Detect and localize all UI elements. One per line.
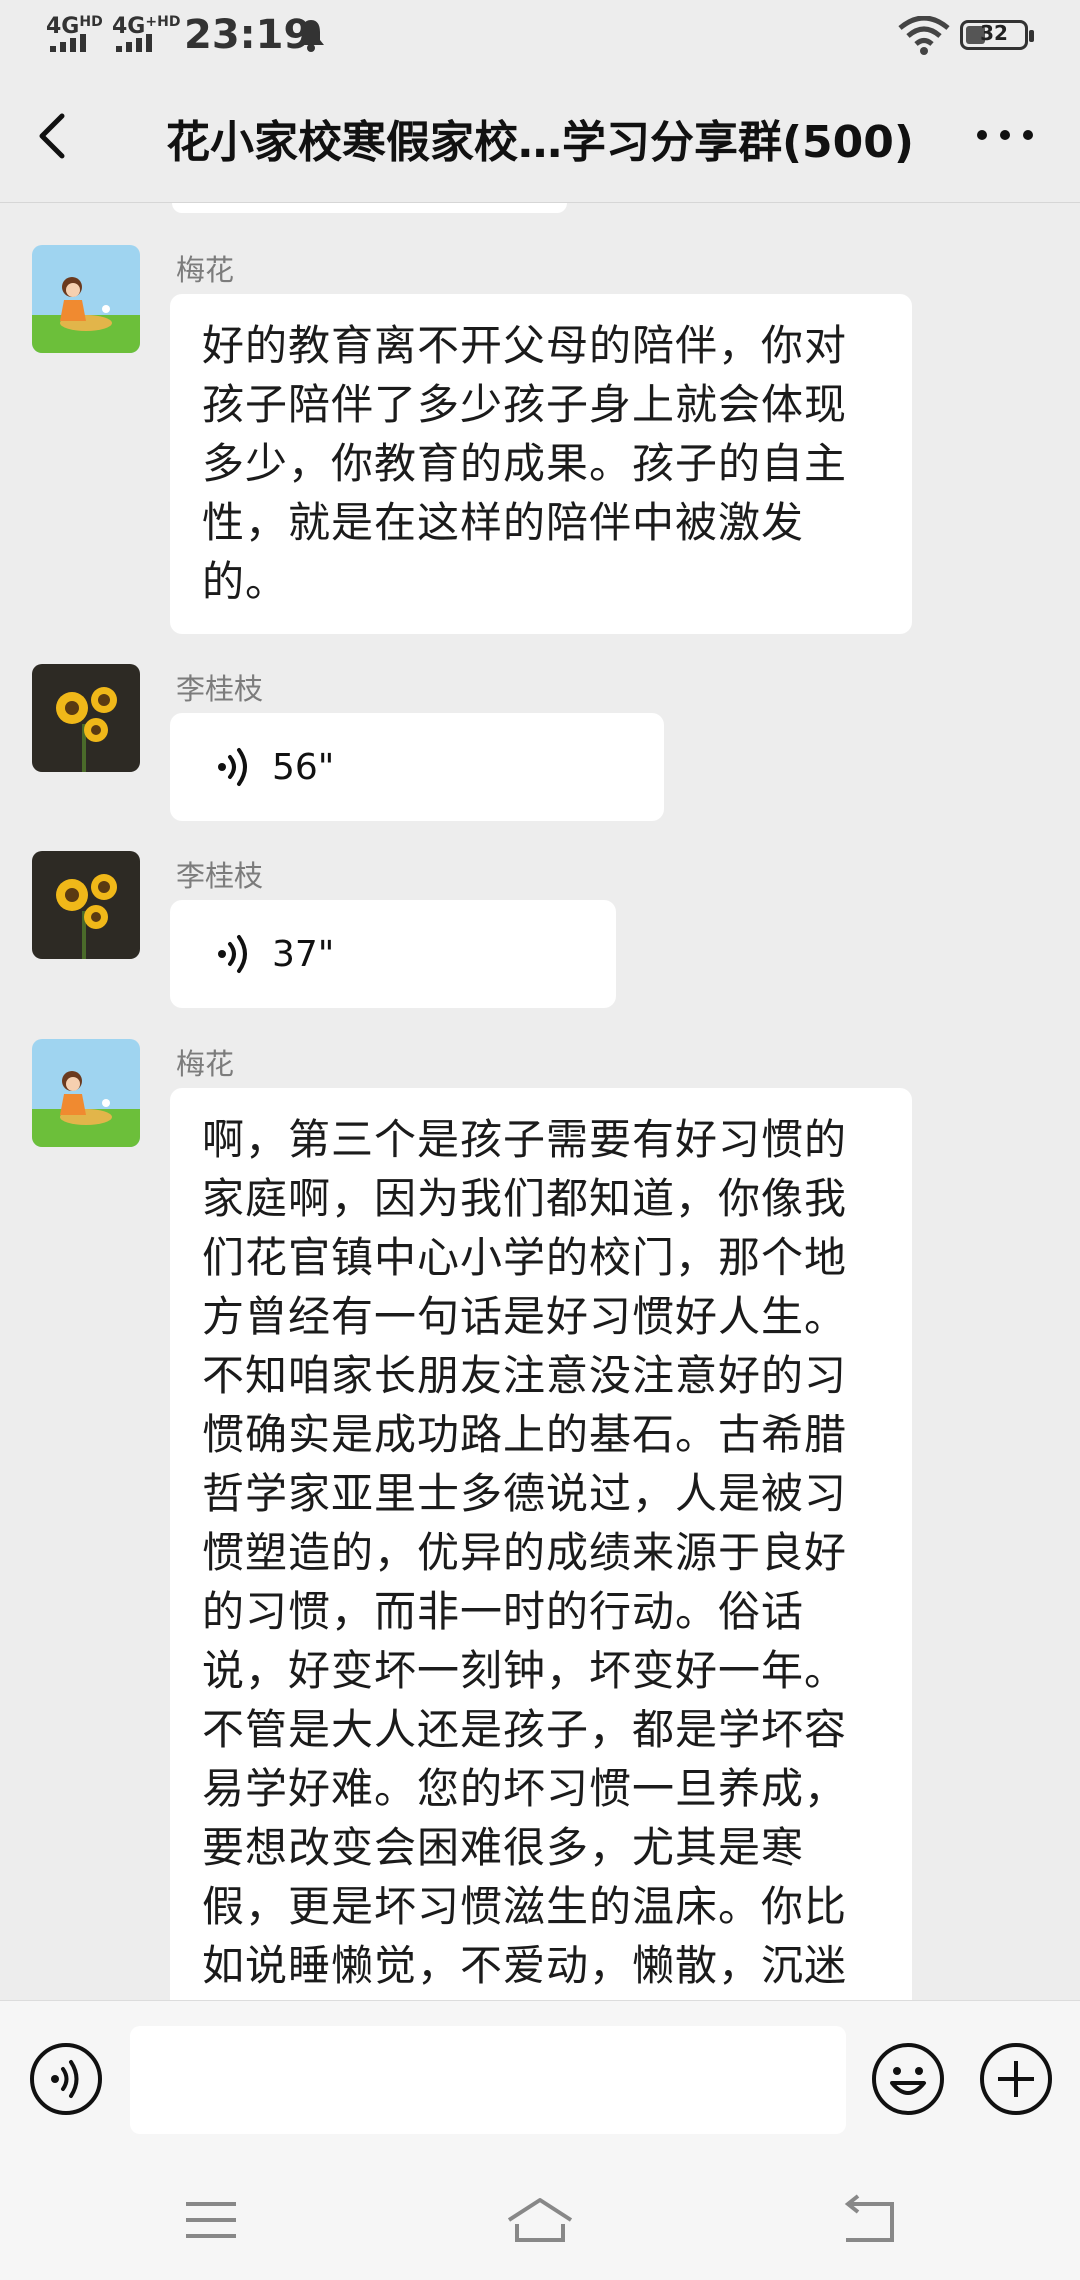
signal-icon-2 (116, 34, 152, 52)
avatar-girl-image (32, 245, 140, 353)
network-2-sup: +HD (145, 14, 181, 30)
avatar-sunflower-image (32, 851, 140, 959)
avatar[interactable] (32, 664, 140, 772)
avatar[interactable] (32, 1039, 140, 1147)
status-time: 23:19 (184, 12, 312, 58)
chat-title: 花小家校寒假家校…学习分享群(500) (165, 117, 915, 168)
emoji-icon[interactable] (870, 2041, 946, 2117)
avatar[interactable] (32, 851, 140, 959)
message-input[interactable] (130, 2026, 846, 2134)
voice-toggle-icon[interactable] (28, 2041, 104, 2117)
avatar-girl-image (32, 1039, 140, 1147)
avatar[interactable] (32, 245, 140, 353)
network-1-sup: HD (79, 14, 103, 30)
chat-messages[interactable]: 梅花 好的教育离不开父母的陪伴，你对 孩子陪伴了多少孩子身上就会体现 多少，你教… (0, 203, 1080, 2000)
menu-icon[interactable] (176, 2190, 246, 2250)
bell-icon (298, 20, 324, 52)
signal-icon (50, 34, 86, 52)
voice-duration: 56" (272, 746, 335, 788)
battery-icon: 32 (960, 20, 1034, 50)
add-icon[interactable] (978, 2041, 1054, 2117)
sender-name: 梅花 (176, 253, 235, 287)
sender-name: 李桂枝 (176, 859, 264, 893)
voice-message-bubble[interactable]: 56" (170, 713, 664, 821)
home-icon[interactable] (505, 2190, 575, 2250)
back-icon[interactable] (834, 2190, 904, 2250)
previous-message-bubble[interactable] (172, 203, 567, 213)
status-bar: 4GHD 4G+HD 23:19 32 (0, 0, 1080, 70)
voice-message-bubble[interactable]: 37" (170, 900, 616, 1008)
voice-wave-icon (218, 935, 247, 973)
voice-wave-icon (218, 748, 247, 786)
input-bar (0, 2000, 1080, 2161)
sender-name: 梅花 (176, 1047, 235, 1081)
sender-name: 李桂枝 (176, 672, 264, 706)
chat-header: 花小家校寒假家校…学习分享群(500) (0, 70, 1080, 203)
more-dots-icon[interactable] (970, 110, 1040, 160)
avatar-sunflower-image (32, 664, 140, 772)
message-bubble[interactable]: 好的教育离不开父母的陪伴，你对 孩子陪伴了多少孩子身上就会体现 多少，你教育的成… (170, 294, 912, 634)
battery-level: 32 (980, 21, 1008, 45)
voice-duration: 37" (272, 933, 335, 975)
wifi-icon (898, 16, 950, 55)
message-bubble[interactable]: 啊，第三个是孩子需要有好习惯的 家庭啊，因为我们都知道，你像我 们花官镇中心小学… (170, 1088, 912, 2000)
system-nav-bar (0, 2160, 1080, 2280)
chevron-left-icon[interactable] (28, 108, 78, 164)
